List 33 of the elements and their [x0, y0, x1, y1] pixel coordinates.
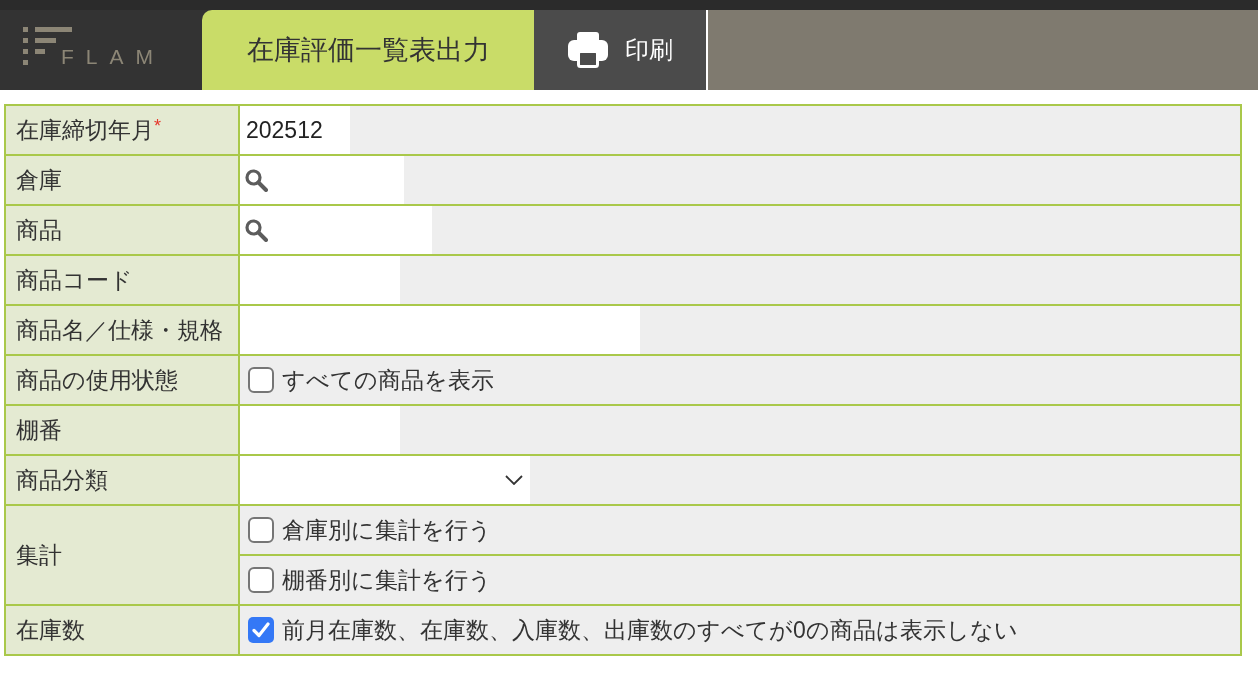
field-label: 棚番 — [16, 416, 62, 443]
printer-icon — [568, 32, 608, 68]
print-button[interactable]: 印刷 — [534, 10, 706, 90]
checkbox-label: 前月在庫数、在庫数、入庫数、出庫数のすべてが0の商品は表示しない — [282, 615, 1018, 645]
text-field[interactable] — [240, 306, 640, 354]
dropdown-field[interactable] — [240, 456, 530, 504]
checkbox[interactable] — [248, 367, 274, 393]
checkbox[interactable] — [248, 617, 274, 643]
search-field[interactable] — [240, 206, 432, 254]
text-field[interactable] — [240, 256, 400, 304]
field-label: 集計 — [16, 541, 62, 568]
text-field[interactable]: 202512 — [240, 106, 350, 154]
search-icon — [244, 168, 268, 192]
checkbox-label: すべての商品を表示 — [282, 365, 494, 395]
field-label: 商品の使用状態 — [16, 366, 178, 393]
checkbox-label: 棚番別に集計を行う — [282, 565, 492, 595]
logo-text: FLAM — [61, 49, 165, 65]
field-label: 倉庫 — [16, 166, 62, 193]
search-icon — [244, 218, 268, 242]
field-label: 商品名／仕様・規格 — [16, 316, 223, 343]
search-field[interactable] — [240, 156, 404, 204]
tab[interactable]: 在庫評価一覧表出力 — [202, 10, 534, 90]
field-label: 在庫数 — [16, 616, 85, 643]
checkbox[interactable] — [248, 567, 274, 593]
field-label: 商品分類 — [16, 466, 108, 493]
checkbox[interactable] — [248, 517, 274, 543]
chevron-down-icon — [505, 475, 523, 485]
required-mark: * — [154, 115, 161, 136]
text-field[interactable] — [240, 406, 400, 454]
field-label: 商品コード — [16, 266, 133, 293]
field-label: 在庫締切年月 — [16, 116, 154, 143]
field-label: 商品 — [16, 216, 62, 243]
checkbox-label: 倉庫別に集計を行う — [282, 515, 492, 545]
